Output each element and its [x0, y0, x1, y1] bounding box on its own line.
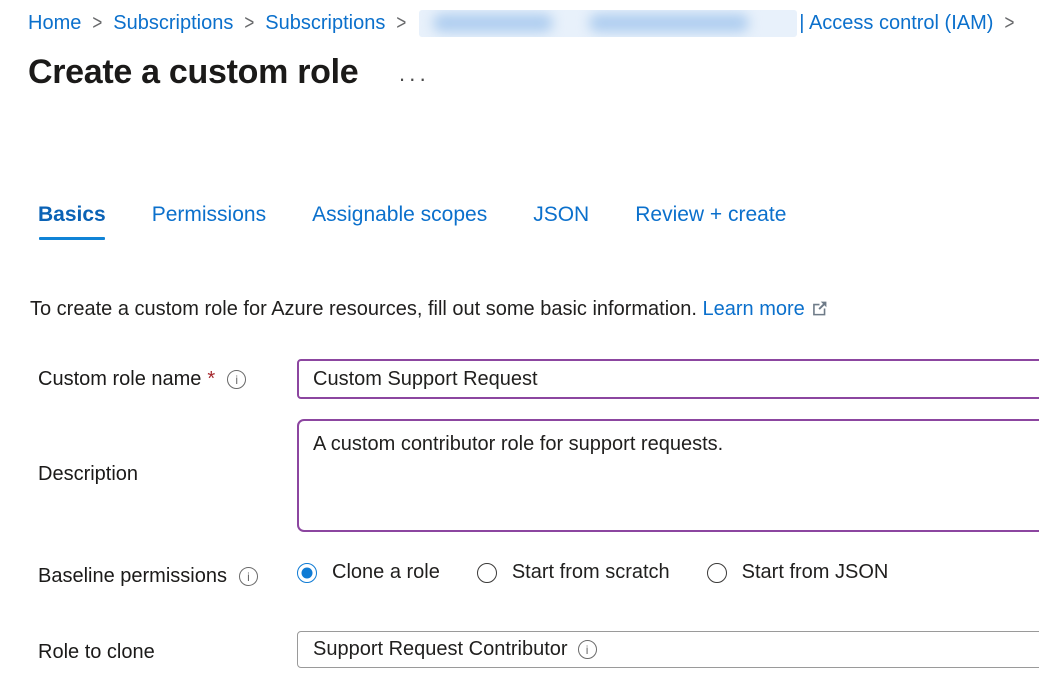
chevron-right-icon: > [244, 11, 254, 36]
tab-review-create[interactable]: Review + create [635, 203, 786, 240]
tab-basics[interactable]: Basics [38, 203, 106, 240]
radio-start-from-scratch-label: Start from scratch [512, 561, 670, 584]
role-to-clone-label-text: Role to clone [38, 641, 155, 664]
radio-start-from-scratch[interactable]: Start from scratch [477, 561, 670, 584]
tab-bar: Basics Permissions Assignable scopes JSO… [38, 203, 786, 240]
page-title: Create a custom role [28, 53, 358, 92]
redacted-text-blob [589, 14, 749, 32]
radio-start-from-json-label: Start from JSON [742, 561, 889, 584]
info-icon[interactable]: i [578, 640, 597, 659]
description-textarea[interactable]: A custom contributor role for support re… [297, 419, 1039, 532]
baseline-permissions-radio-group: Clone a role Start from scratch Start fr… [297, 561, 925, 584]
radio-unselected-icon[interactable] [707, 563, 727, 583]
tab-assignable-scopes[interactable]: Assignable scopes [312, 203, 487, 240]
chevron-right-icon: > [1004, 11, 1014, 36]
role-to-clone-dropdown[interactable]: Support Request Contributor i [297, 631, 1039, 668]
intro-sentence: To create a custom role for Azure resour… [30, 298, 697, 320]
chevron-right-icon: > [396, 11, 406, 36]
required-asterisk: * [207, 368, 215, 391]
radio-unselected-icon[interactable] [477, 563, 497, 583]
breadcrumb-subscriptions-1[interactable]: Subscriptions [113, 12, 233, 35]
breadcrumb: Home > Subscriptions > Subscriptions > |… [28, 8, 1039, 38]
custom-role-name-label-text: Custom role name [38, 368, 201, 391]
radio-start-from-json[interactable]: Start from JSON [707, 561, 889, 584]
description-label: Description [38, 463, 138, 486]
baseline-permissions-label-text: Baseline permissions [38, 565, 227, 588]
radio-clone-a-role[interactable]: Clone a role [297, 561, 440, 584]
custom-role-name-input[interactable] [297, 359, 1039, 399]
breadcrumb-home[interactable]: Home [28, 12, 81, 35]
description-label-text: Description [38, 463, 138, 486]
redacted-text-blob [433, 14, 553, 32]
role-to-clone-value: Support Request Contributor [313, 638, 568, 661]
baseline-permissions-label: Baseline permissions i [38, 565, 258, 588]
learn-more-label: Learn more [703, 298, 805, 320]
title-row: Create a custom role ··· [28, 53, 429, 92]
role-to-clone-label: Role to clone [38, 641, 155, 664]
info-icon[interactable]: i [239, 567, 258, 586]
chevron-right-icon: > [92, 11, 102, 36]
external-link-icon [811, 300, 828, 323]
learn-more-link[interactable]: Learn more [703, 298, 828, 320]
tab-permissions[interactable]: Permissions [152, 203, 266, 240]
breadcrumb-access-control-iam[interactable]: | Access control (IAM) [799, 12, 993, 35]
custom-role-name-label: Custom role name * i [38, 368, 246, 391]
radio-clone-a-role-label: Clone a role [332, 561, 440, 584]
tab-json[interactable]: JSON [533, 203, 589, 240]
intro-text: To create a custom role for Azure resour… [30, 298, 828, 323]
info-icon[interactable]: i [227, 370, 246, 389]
breadcrumb-subscriptions-2[interactable]: Subscriptions [265, 12, 385, 35]
more-options-icon[interactable]: ··· [398, 74, 429, 84]
breadcrumb-redacted-subscription[interactable] [419, 10, 797, 37]
radio-selected-icon[interactable] [297, 563, 317, 583]
